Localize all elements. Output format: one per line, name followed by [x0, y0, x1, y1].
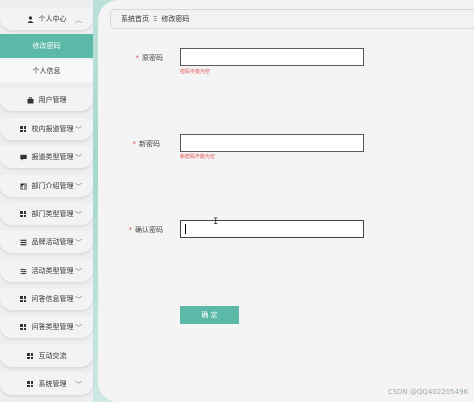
confirm-password-field[interactable]	[180, 220, 364, 238]
sidebar-item-qa-info[interactable]: 问答信息管理 ﹀	[0, 288, 93, 310]
breadcrumb-current: 修改密码	[161, 15, 190, 23]
grid-icon	[27, 353, 34, 360]
sidebar-item-label: 部门介绍管理	[31, 182, 74, 190]
chevron-down-icon: ﹀	[75, 296, 82, 304]
required-marker: *	[128, 226, 133, 234]
chart-icon	[20, 183, 27, 190]
new-password-label: * 新密码	[100, 139, 161, 149]
chevron-down-icon: ﹀	[75, 183, 82, 191]
briefcase-icon	[27, 96, 34, 104]
sidebar-item-user-management[interactable]: 用户管理	[0, 89, 93, 111]
sidebar-item-label: 个人中心	[38, 15, 67, 23]
sidebar-item-department-intro[interactable]: 部门介绍管理 ﹀	[0, 175, 93, 197]
sidebar-item-brand-activity[interactable]: 品牌活动管理 ﹀	[0, 231, 93, 253]
new-password-error: 新密码不能为空	[180, 154, 216, 160]
confirm-password-label-text: 确认密码	[135, 226, 163, 234]
new-password-field[interactable]	[180, 134, 364, 152]
chevron-down-icon: ﹀	[75, 239, 82, 247]
chevron-down-icon: ﹀	[75, 381, 82, 389]
sidebar-item-interaction[interactable]: 互动交流	[0, 345, 93, 367]
old-password-error: 密码不能为空	[180, 69, 211, 75]
sidebar-item-label: 部门类型管理	[31, 210, 74, 218]
chevron-down-icon: ﹀	[75, 211, 82, 219]
chevron-down-icon: ﹀	[75, 126, 82, 134]
sidebar-item-system-management[interactable]: 系统管理 ﹀	[0, 373, 93, 395]
sidebar-item-personal-info[interactable]: 个人信息	[0, 60, 93, 82]
grid-icon	[20, 211, 27, 218]
sidebar-item-campus-report[interactable]: 校内报道管理 ﹀	[0, 118, 93, 140]
chevron-down-icon: ﹀	[75, 154, 82, 162]
ibeam-cursor-icon: I	[213, 217, 219, 227]
sidebar-item-label: 修改密码	[32, 42, 61, 50]
sidebar-item-label: 报道类型管理	[31, 153, 74, 161]
old-password-label: * 原密码	[103, 53, 164, 63]
chevron-down-icon: ﹀	[75, 324, 82, 332]
old-password-field[interactable]	[180, 48, 364, 66]
sidebar-item-label: 活动类型管理	[31, 267, 74, 275]
watermark: CSDN @QQ402205496	[387, 388, 468, 396]
sidebar-item-label: 个人信息	[32, 67, 61, 75]
new-password-label-text: 新密码	[139, 140, 160, 148]
sidebar-item-label: 互动交流	[38, 352, 67, 360]
grid-icon	[27, 381, 34, 388]
text-caret	[185, 224, 186, 234]
required-marker: *	[135, 54, 140, 62]
sidebar-item-department-type[interactable]: 部门类型管理 ﹀	[0, 203, 93, 225]
grid-icon	[20, 324, 27, 331]
sidebar-item-label: 品牌活动管理	[31, 238, 74, 246]
sidebar-item-label: 问答信息管理	[31, 295, 74, 303]
submit-button[interactable]: 确 定	[180, 306, 239, 324]
sliders-icon	[20, 268, 27, 275]
sidebar-item-label: 用户管理	[38, 96, 67, 104]
confirm-password-label: * 确认密码	[103, 225, 164, 235]
grid-icon	[20, 296, 27, 303]
chevron-down-icon: ﹀	[75, 268, 82, 276]
sidebar-item-label: 问答类型管理	[31, 323, 74, 331]
grid-icon	[20, 126, 27, 133]
user-icon	[27, 15, 34, 23]
sidebar-item-label: 系统管理	[38, 380, 67, 388]
sidebar-item-label: 校内报道管理	[31, 125, 74, 133]
sidebar-item-activity-type[interactable]: 活动类型管理 ﹀	[0, 260, 93, 282]
chevron-up-icon: ︿	[75, 16, 82, 24]
sidebar-item-change-password[interactable]: 修改密码	[0, 34, 93, 58]
breadcrumb-home[interactable]: 系统首页	[121, 14, 149, 24]
breadcrumb-separator: Ξ	[153, 15, 158, 23]
sidebar-item-qa-type[interactable]: 问答类型管理 ﹀	[0, 316, 93, 338]
sidebar-item-report-type[interactable]: 报道类型管理 ﹀	[0, 146, 93, 168]
list-icon	[20, 239, 27, 246]
sidebar-item-personal-center[interactable]: 个人中心 ︿	[0, 8, 93, 30]
chat-icon	[19, 154, 27, 161]
sidebar: 个人中心 ︿ 修改密码 个人信息 用户管理 校内报道管理 ﹀ 报道类型管理 ﹀ …	[0, 0, 93, 402]
old-password-label-text: 原密码	[142, 54, 163, 62]
breadcrumb: 系统首页 Ξ 修改密码	[110, 9, 474, 29]
required-marker: *	[132, 140, 137, 148]
